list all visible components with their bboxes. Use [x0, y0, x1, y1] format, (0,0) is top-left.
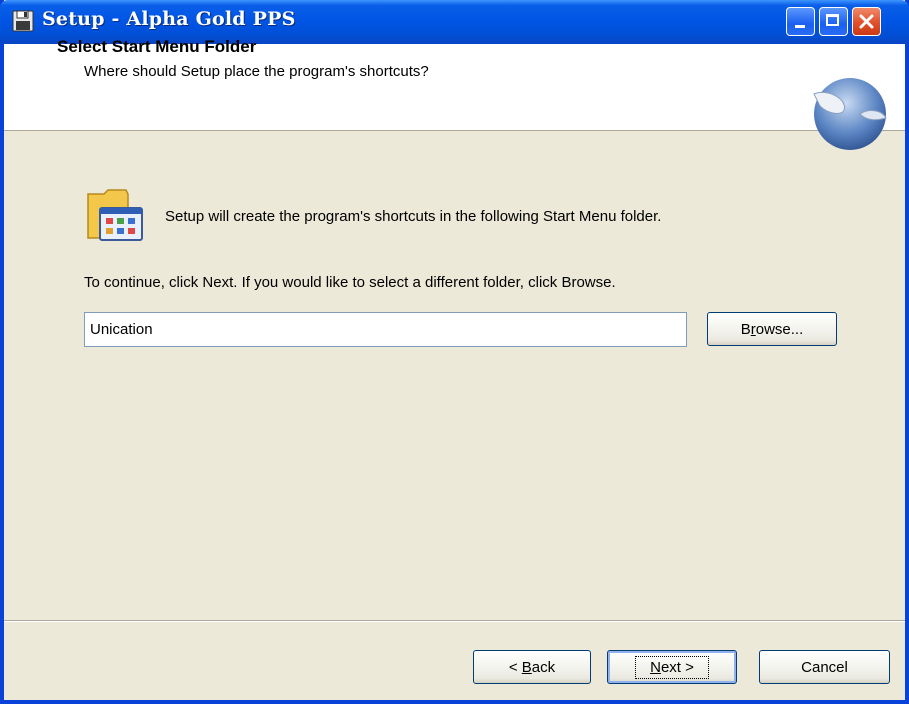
close-button[interactable] [852, 7, 881, 36]
start-menu-folder-input[interactable] [84, 312, 687, 347]
setup-wizard-icon [813, 78, 887, 150]
browse-label-start: B [740, 320, 751, 338]
floppy-disk-icon [12, 10, 34, 32]
next-focus-rect: Next > [635, 655, 709, 679]
back-label-mnemonic: B [521, 658, 532, 676]
minimize-button[interactable] [786, 7, 815, 36]
browse-label-end: owse... [755, 320, 804, 338]
back-label-start: < [508, 658, 522, 676]
page-subtitle: Where should Setup place the program's s… [84, 63, 429, 80]
start-menu-folder-icon [87, 189, 143, 241]
info-text: Setup will create the program's shortcut… [165, 208, 662, 225]
close-icon [859, 14, 874, 29]
browse-button[interactable]: Br owse... [707, 312, 837, 346]
page-title: Select Start Menu Folder [57, 37, 257, 56]
window-title: Setup - Alpha Gold PPS [42, 8, 296, 30]
back-button[interactable]: < Back [473, 650, 591, 684]
back-label-end: ack [531, 658, 556, 676]
cancel-button[interactable]: Cancel [759, 650, 890, 684]
next-label-end: ext > [660, 658, 694, 676]
footer-separator [4, 620, 905, 622]
next-button[interactable]: Next > [607, 650, 737, 684]
next-label-mnemonic: N [650, 658, 661, 676]
wizard-header [4, 44, 905, 131]
instruction-text: To continue, click Next. If you would li… [84, 274, 616, 291]
maximize-button[interactable] [819, 7, 848, 36]
setup-window: Setup - Alpha Gold PPS Select Start Menu… [0, 0, 909, 704]
